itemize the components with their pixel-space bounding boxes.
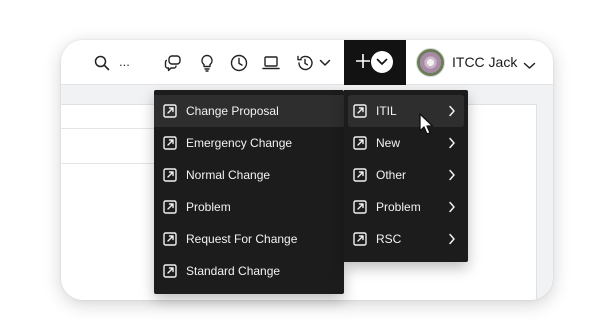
menu-item-label: Request For Change [186, 232, 298, 246]
chevron-right-icon [448, 137, 456, 152]
menu-item-change-proposal[interactable]: Change Proposal [154, 95, 344, 127]
menu-item-itil[interactable]: ITIL [348, 95, 464, 127]
laptop-icon[interactable] [260, 40, 282, 85]
open-external-icon [353, 136, 367, 153]
menu-item-request-for-change[interactable]: Request For Change [154, 223, 344, 255]
chevron-down-icon[interactable] [318, 40, 332, 85]
menu-item-problem[interactable]: Problem [154, 191, 344, 223]
menu-item-label: Other [376, 168, 407, 182]
clock-icon[interactable] [228, 40, 250, 85]
menu-item-other[interactable]: Other [344, 159, 468, 191]
screenshot-stage: ... ITCC Jack Change Proposal Emergency … [0, 0, 593, 335]
search-icon[interactable] [91, 40, 113, 85]
menu-item-emergency-change[interactable]: Emergency Change [154, 127, 344, 159]
menu-item-problem-category[interactable]: Problem [344, 191, 468, 223]
create-dropdown-toggle[interactable] [371, 51, 393, 73]
chevron-right-icon [448, 233, 456, 248]
menu-item-label: Normal Change [186, 168, 271, 182]
menu-item-label: Problem [186, 200, 231, 214]
menu-item-label: Change Proposal [186, 104, 279, 118]
chevron-right-icon [448, 105, 456, 120]
menu-item-label: New [376, 136, 401, 150]
open-external-icon [353, 104, 367, 121]
content-row [61, 128, 161, 164]
user-menu-chevron-icon[interactable] [523, 57, 536, 75]
mouse-pointer-icon [419, 113, 434, 135]
menu-item-normal-change[interactable]: Normal Change [154, 159, 344, 191]
open-external-icon [353, 168, 367, 185]
open-external-icon [163, 232, 177, 249]
menu-item-label: RSC [376, 232, 402, 246]
user-name[interactable]: ITCC Jack [452, 54, 517, 70]
menu-item-label: Problem [376, 200, 421, 214]
menu-item-rsc[interactable]: RSC [344, 223, 468, 255]
lightbulb-icon[interactable] [197, 40, 217, 85]
menu-item-new[interactable]: New [344, 127, 468, 159]
open-external-icon [163, 104, 177, 121]
open-external-icon [163, 168, 177, 185]
open-external-icon [353, 200, 367, 217]
user-avatar[interactable] [416, 48, 445, 77]
search-input-ellipsis[interactable]: ... [119, 54, 130, 69]
open-external-icon [163, 200, 177, 217]
open-external-icon [163, 136, 177, 153]
category-menu: ITIL New Other Problem RSC [344, 90, 468, 262]
open-external-icon [353, 232, 367, 249]
change-types-menu: Change Proposal Emergency Change Normal … [154, 90, 344, 294]
history-icon[interactable] [294, 40, 316, 85]
top-navigation-bar: ... ITCC Jack [61, 40, 553, 85]
chevron-down-icon [376, 58, 388, 65]
create-new-button[interactable] [344, 40, 406, 85]
chat-icon[interactable] [161, 40, 185, 85]
chevron-right-icon [448, 201, 456, 216]
open-external-icon [163, 264, 177, 281]
menu-item-standard-change[interactable]: Standard Change [154, 255, 344, 287]
plus-icon [354, 52, 372, 75]
menu-item-label: Standard Change [186, 264, 281, 278]
menu-item-label: Emergency Change [186, 136, 293, 150]
chevron-right-icon [448, 169, 456, 184]
menu-item-label: ITIL [376, 104, 397, 118]
